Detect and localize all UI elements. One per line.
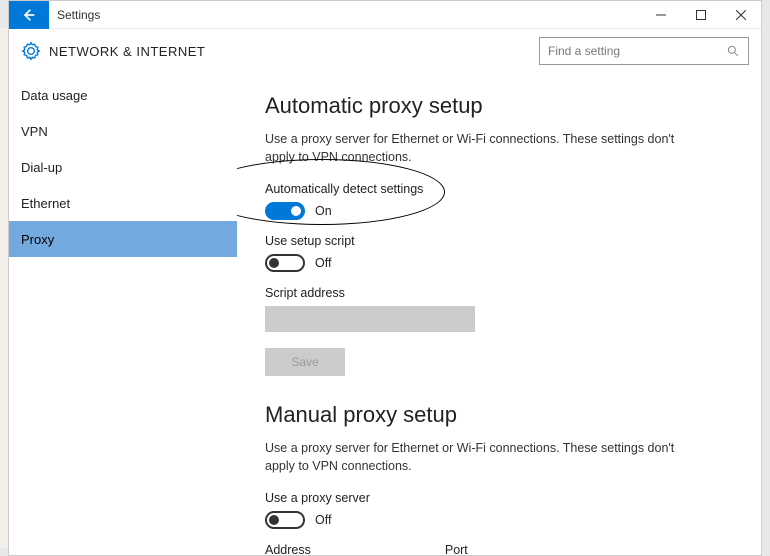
minimize-button[interactable]	[641, 1, 681, 29]
settings-window: Settings NETWORK & INTERNET Find a setti…	[8, 0, 762, 556]
sidebar-item-label: Ethernet	[21, 196, 70, 211]
header: NETWORK & INTERNET Find a setting	[9, 29, 761, 73]
script-toggle[interactable]	[265, 254, 305, 272]
manual-heading: Manual proxy setup	[265, 402, 741, 428]
use-proxy-toggle[interactable]	[265, 511, 305, 529]
back-button[interactable]	[9, 1, 49, 29]
use-proxy-label: Use a proxy server	[265, 491, 741, 505]
auto-desc: Use a proxy server for Ethernet or Wi-Fi…	[265, 131, 685, 166]
search-icon	[726, 44, 740, 58]
auto-heading: Automatic proxy setup	[265, 93, 741, 119]
sidebar-item-data-usage[interactable]: Data usage	[9, 77, 237, 113]
manual-desc: Use a proxy server for Ethernet or Wi-Fi…	[265, 440, 685, 475]
section-title: NETWORK & INTERNET	[49, 44, 539, 59]
window-controls	[641, 1, 761, 29]
titlebar: Settings	[9, 1, 761, 29]
script-toggle-label: Use setup script	[265, 234, 741, 248]
toggle-knob	[291, 206, 301, 216]
sidebar-item-label: Proxy	[21, 232, 54, 247]
use-proxy-state: Off	[315, 513, 331, 527]
sidebar-item-ethernet[interactable]: Ethernet	[9, 185, 237, 221]
arrow-left-icon	[21, 7, 37, 23]
toggle-knob	[269, 258, 279, 268]
sidebar-item-label: Data usage	[21, 88, 88, 103]
sidebar: Data usage VPN Dial-up Ethernet Proxy	[9, 73, 237, 555]
sidebar-item-label: Dial-up	[21, 160, 62, 175]
script-state: Off	[315, 256, 331, 270]
sidebar-item-vpn[interactable]: VPN	[9, 113, 237, 149]
save-button[interactable]: Save	[265, 348, 345, 376]
toggle-knob	[269, 515, 279, 525]
desktop-strip	[0, 28, 8, 548]
script-address-label: Script address	[265, 286, 741, 300]
content-panel: Automatic proxy setup Use a proxy server…	[237, 73, 761, 555]
detect-label: Automatically detect settings	[265, 182, 741, 196]
sidebar-item-label: VPN	[21, 124, 48, 139]
sidebar-item-dialup[interactable]: Dial-up	[9, 149, 237, 185]
close-button[interactable]	[721, 1, 761, 29]
save-label: Save	[291, 355, 318, 369]
search-input[interactable]: Find a setting	[539, 37, 749, 65]
port-label: Port	[445, 543, 468, 555]
detect-toggle[interactable]	[265, 202, 305, 220]
gear-icon	[21, 41, 41, 61]
sidebar-item-proxy[interactable]: Proxy	[9, 221, 237, 257]
search-placeholder: Find a setting	[548, 44, 620, 58]
script-address-input[interactable]	[265, 306, 475, 332]
address-label: Address	[265, 543, 311, 555]
maximize-button[interactable]	[681, 1, 721, 29]
detect-state: On	[315, 204, 332, 218]
body: Data usage VPN Dial-up Ethernet Proxy Au…	[9, 73, 761, 555]
window-title: Settings	[49, 8, 641, 22]
